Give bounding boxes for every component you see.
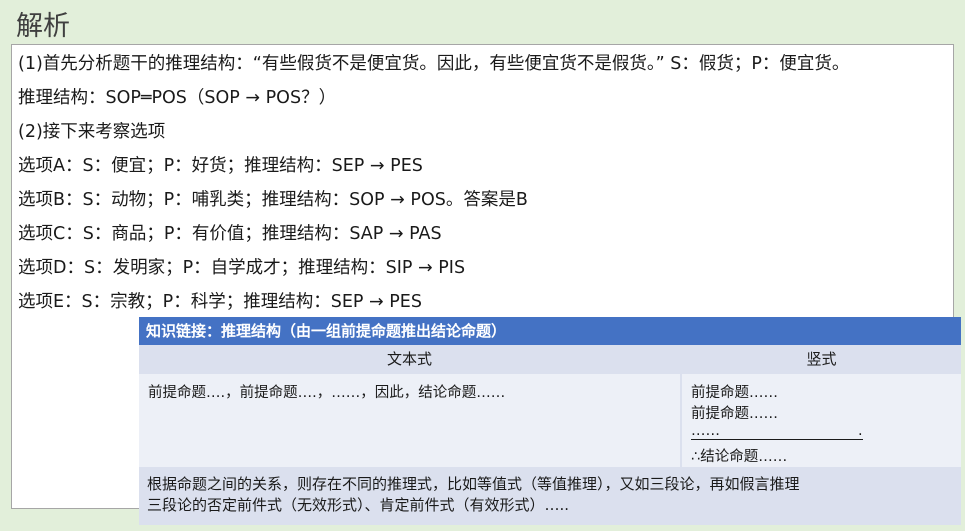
analysis-line-1: (1)首先分析题干的推理结构：“有些假货不是便宜货。因此，有些便宜货不是假货。”… (18, 54, 850, 74)
section-heading: 解析 (16, 11, 70, 42)
option-d-line: 选项D：S：发明家；P：自学成才；推理结构：SIP → PIS (18, 258, 466, 278)
vertical-form-header: 竖式 (682, 346, 961, 373)
option-a-line: 选项A：S：便宜；P：好货；推理结构：SEP → PES (18, 156, 423, 176)
conclusion-rule-line (691, 439, 863, 440)
vertical-conclusion: ∴结论命题…… (691, 449, 788, 465)
vertical-form-cell: 前提命题…… 前提命题…… …… . ∴结论命题…… (682, 374, 961, 467)
rule-end-dot: . (858, 423, 863, 439)
text-form-header: 文本式 (139, 346, 680, 373)
option-c-line: 选项C：S：商品；P：有价值；推理结构：SAP → PAS (18, 224, 442, 244)
vertical-premise-1: 前提命题…… (691, 385, 778, 401)
footer-line-1: 根据命题之间的关系，则存在不同的推理式，比如等值式（等值推理），又如三段论，再如… (147, 475, 800, 493)
text-form-content: 前提命题….，前提命题….，……，因此，结论命题…… (148, 385, 506, 401)
option-b-line: 选项B：S：动物；P：哺乳类；推理结构：SOP → POS。答案是B (18, 190, 528, 210)
option-e-line: 选项E：S：宗教；P：科学；推理结构：SEP → PES (18, 292, 422, 312)
text-form-cell: 前提命题….，前提命题….，……，因此，结论命题…… (139, 374, 680, 467)
knowledge-link-table: 知识链接：推理结构（由一组前提命题推出结论命题） 文本式 竖式 前提命题….，前… (139, 317, 961, 525)
vertical-premise-2: 前提命题…… (691, 406, 778, 422)
knowledge-link-title: 知识链接：推理结构（由一组前提命题推出结论命题） (139, 317, 961, 345)
analysis-line-3: (2)接下来考察选项 (18, 122, 166, 142)
knowledge-footer: 根据命题之间的关系，则存在不同的推理式，比如等值式（等值推理），又如三段论，再如… (139, 468, 961, 525)
analysis-line-2: 推理结构：SOP═POS（SOP → POS？） (18, 88, 337, 108)
vertical-ellipsis: …… (691, 423, 720, 439)
footer-line-2: 三段论的否定前件式（无效形式）、肯定前件式（有效形式）….. (147, 496, 570, 514)
